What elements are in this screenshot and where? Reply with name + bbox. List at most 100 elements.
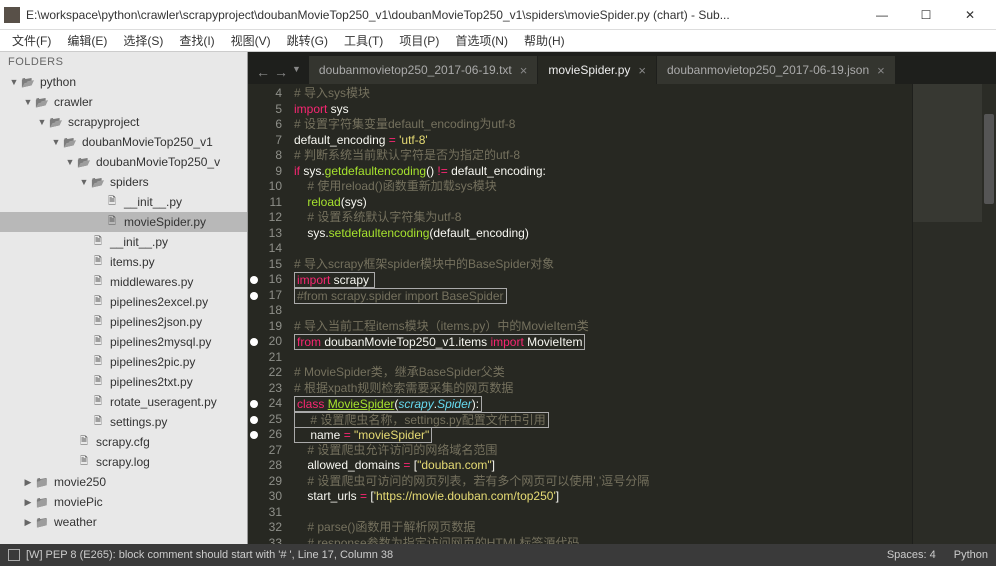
line-number: 27 xyxy=(248,443,282,459)
twisty-icon[interactable]: ▶ xyxy=(22,497,34,508)
code-line[interactable]: # 判断系统当前默认字符是否为指定的utf-8 xyxy=(294,148,912,164)
folder-item[interactable]: ▼scrapyproject xyxy=(0,112,247,132)
file-item[interactable]: pipelines2mysql.py xyxy=(0,332,247,352)
menu-item[interactable]: 选择(S) xyxy=(115,30,171,51)
nav-dropdown-icon[interactable]: ▼ xyxy=(292,64,301,80)
code-line[interactable]: # response参数为指定访问网页的HTML标签源代码 xyxy=(294,536,912,545)
menu-item[interactable]: 文件(F) xyxy=(4,30,59,51)
code-line[interactable] xyxy=(294,505,912,521)
file-item[interactable]: settings.py xyxy=(0,412,247,432)
file-item[interactable]: scrapy.cfg xyxy=(0,432,247,452)
code-line[interactable]: default_encoding = 'utf-8' xyxy=(294,133,912,149)
editor-tab[interactable]: movieSpider.py× xyxy=(538,56,657,84)
tab-close-icon[interactable]: × xyxy=(638,63,646,78)
code-line[interactable]: name = "movieSpider" xyxy=(294,427,912,443)
code-line[interactable]: allowed_domains = ["douban.com"] xyxy=(294,458,912,474)
menu-item[interactable]: 首选项(N) xyxy=(447,30,516,51)
folder-item[interactable]: ▼crawler xyxy=(0,92,247,112)
twisty-icon[interactable]: ▼ xyxy=(50,137,62,147)
twisty-icon[interactable]: ▼ xyxy=(22,97,34,107)
code-line[interactable]: # 设置爬虫可访问的网页列表，若有多个网页可以使用','逗号分隔 xyxy=(294,474,912,490)
line-number: 4 xyxy=(248,86,282,102)
folder-item[interactable]: ▼python xyxy=(0,72,247,92)
file-item[interactable]: items.py xyxy=(0,252,247,272)
file-item[interactable]: pipelines2json.py xyxy=(0,312,247,332)
twisty-icon[interactable]: ▼ xyxy=(36,117,48,127)
tab-close-icon[interactable]: × xyxy=(520,63,528,78)
folder-item[interactable]: ▼spiders xyxy=(0,172,247,192)
file-item[interactable]: middlewares.py xyxy=(0,272,247,292)
line-number: 5 xyxy=(248,102,282,118)
menu-item[interactable]: 编辑(E) xyxy=(59,30,115,51)
code-line[interactable]: # 导入scrapy框架spider模块中的BaseSpider对象 xyxy=(294,257,912,273)
file-item[interactable]: __init__.py xyxy=(0,232,247,252)
code-line[interactable]: from doubanMovieTop250_v1.items import M… xyxy=(294,334,912,350)
code-line[interactable]: if sys.getdefaultencoding() != default_e… xyxy=(294,164,912,180)
code-line[interactable]: # MovieSpider类，继承BaseSpider父类 xyxy=(294,365,912,381)
minimize-button[interactable]: — xyxy=(860,0,904,30)
code-line[interactable]: # 设置爬虫允许访问的网络域名范围 xyxy=(294,443,912,459)
code-line[interactable]: # 设置字符集变量default_encoding为utf-8 xyxy=(294,117,912,133)
twisty-icon[interactable]: ▼ xyxy=(8,77,20,87)
editor-tab[interactable]: doubanmovietop250_2017-06-19.txt× xyxy=(309,56,538,84)
file-item[interactable]: rotate_useragent.py xyxy=(0,392,247,412)
scrollbar[interactable] xyxy=(982,84,996,544)
twisty-icon[interactable]: ▶ xyxy=(22,477,34,488)
code-line[interactable]: # parse()函数用于解析网页数据 xyxy=(294,520,912,536)
maximize-button[interactable]: ☐ xyxy=(904,0,948,30)
editor-tab[interactable]: doubanmovietop250_2017-06-19.json × xyxy=(657,56,896,84)
file-item[interactable]: pipelines2pic.py xyxy=(0,352,247,372)
file-item[interactable]: pipelines2txt.py xyxy=(0,372,247,392)
file-item[interactable]: movieSpider.py xyxy=(0,212,247,232)
menu-item[interactable]: 视图(V) xyxy=(223,30,279,51)
line-number: 30 xyxy=(248,489,282,505)
twisty-icon[interactable]: ▶ xyxy=(22,517,34,528)
code-line[interactable]: # 导入sys模块 xyxy=(294,86,912,102)
file-item[interactable]: pipelines2excel.py xyxy=(0,292,247,312)
folder-item[interactable]: ▶ movie250 xyxy=(0,472,247,492)
minimap[interactable] xyxy=(912,84,982,544)
code-editor[interactable]: # 导入sys模块import sys# 设置字符集变量default_enco… xyxy=(290,84,912,544)
folder-item[interactable]: ▶moviePic xyxy=(0,492,247,512)
tree-label: __init__.py xyxy=(124,195,182,209)
code-line[interactable] xyxy=(294,241,912,257)
code-line[interactable]: sys.setdefaultencoding(default_encoding) xyxy=(294,226,912,242)
twisty-icon[interactable]: ▼ xyxy=(64,157,76,167)
close-button[interactable]: ✕ xyxy=(948,0,992,30)
status-language[interactable]: Python xyxy=(954,549,988,561)
scrollbar-thumb[interactable] xyxy=(984,114,994,204)
folder-tree[interactable]: ▼python▼crawler▼scrapyproject▼doubanMovi… xyxy=(0,72,247,544)
nav-back-icon[interactable]: ← xyxy=(256,64,270,80)
file-item[interactable]: scrapy.log xyxy=(0,452,247,472)
menu-item[interactable]: 查找(I) xyxy=(171,30,222,51)
status-spaces[interactable]: Spaces: 4 xyxy=(887,549,936,561)
twisty-icon[interactable]: ▼ xyxy=(78,177,90,187)
code-line[interactable]: # 设置系统默认字符集为utf-8 xyxy=(294,210,912,226)
menu-item[interactable]: 工具(T) xyxy=(336,30,391,51)
menu-item[interactable]: 项目(P) xyxy=(391,30,447,51)
code-line[interactable]: import sys xyxy=(294,102,912,118)
code-line[interactable]: class MovieSpider(scrapy.Spider): xyxy=(294,396,912,412)
code-line[interactable] xyxy=(294,303,912,319)
tree-label: movie250 xyxy=(54,475,106,489)
code-line[interactable]: reload(sys) xyxy=(294,195,912,211)
tab-close-icon[interactable]: × xyxy=(877,63,885,78)
nav-forward-icon[interactable]: → xyxy=(274,64,288,80)
folder-icon xyxy=(34,515,50,529)
menu-item[interactable]: 帮助(H) xyxy=(516,30,573,51)
code-line[interactable]: # 设置爬虫名称，settings.py配置文件中引用 xyxy=(294,412,912,428)
code-line[interactable]: # 使用reload()函数重新加载sys模块 xyxy=(294,179,912,195)
code-line[interactable]: # 根据xpath规则检索需要采集的网页数据 xyxy=(294,381,912,397)
file-item[interactable]: __init__.py xyxy=(0,192,247,212)
menu-item[interactable]: 跳转(G) xyxy=(279,30,336,51)
code-line[interactable]: import scrapy xyxy=(294,272,912,288)
code-line[interactable]: start_urls = ['https://movie.douban.com/… xyxy=(294,489,912,505)
menubar: 文件(F)编辑(E)选择(S)查找(I)视图(V)跳转(G)工具(T)项目(P)… xyxy=(0,30,996,52)
code-line[interactable]: #from scrapy.spider import BaseSpider xyxy=(294,288,912,304)
folder-item[interactable]: ▼doubanMovieTop250_v xyxy=(0,152,247,172)
code-line[interactable] xyxy=(294,350,912,366)
folder-item[interactable]: ▼doubanMovieTop250_v1 xyxy=(0,132,247,152)
folder-item[interactable]: ▶weather xyxy=(0,512,247,532)
tab-label: doubanmovietop250_2017-06-19.json xyxy=(667,63,869,77)
code-line[interactable]: # 导入当前工程items模块（items.py）中的MovieItem类 xyxy=(294,319,912,335)
